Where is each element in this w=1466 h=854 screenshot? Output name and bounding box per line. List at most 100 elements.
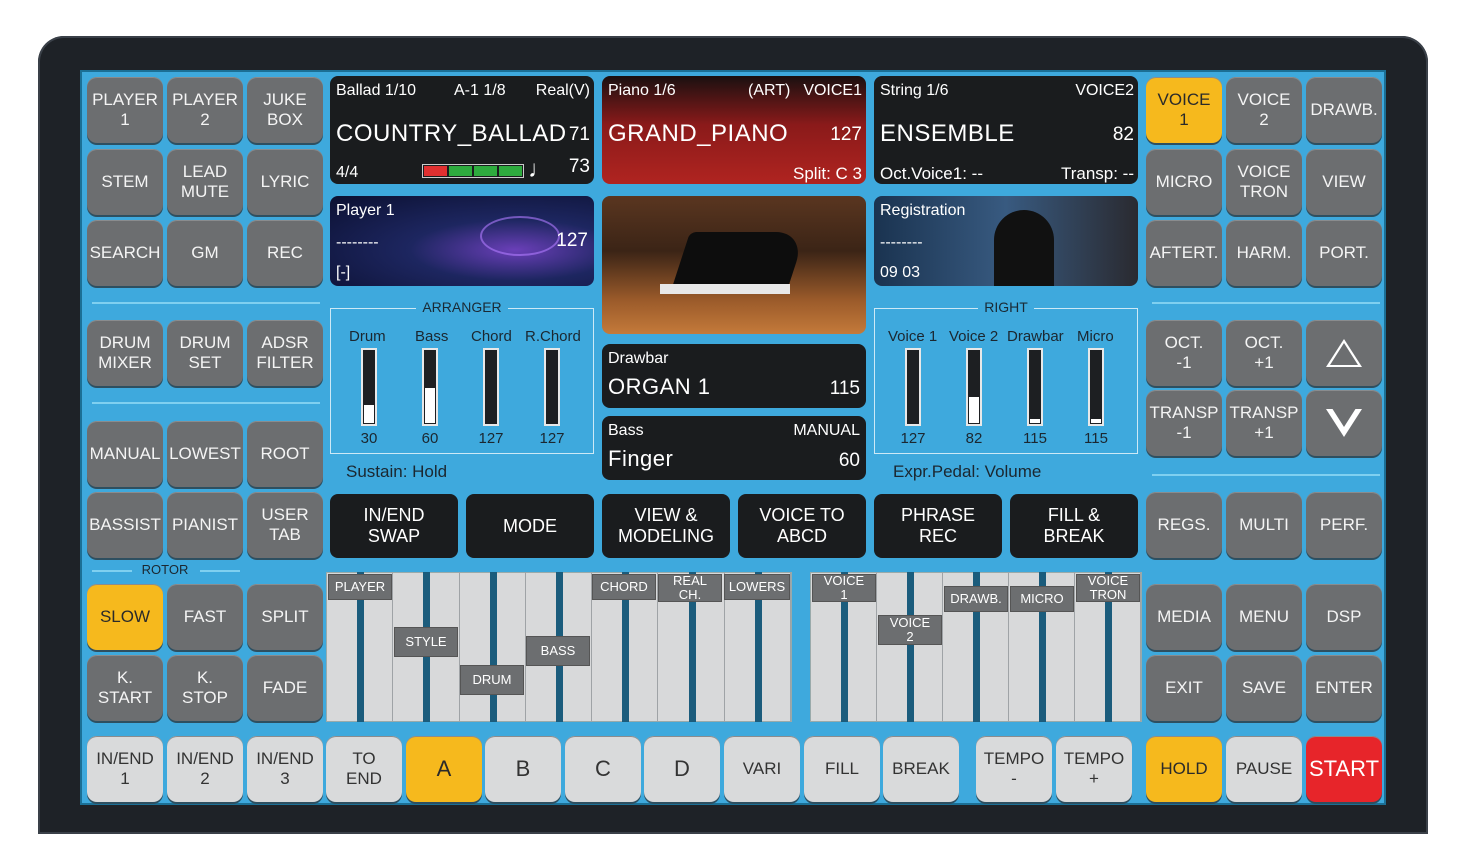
media-button[interactable]: MEDIA [1146,584,1222,650]
drawbar-button[interactable]: DRAWB. [1306,77,1382,143]
rec-button[interactable]: REC [247,220,323,286]
voice1-fader[interactable] [905,348,921,426]
white-key[interactable] [493,572,526,722]
octave-down-button[interactable]: OCT. -1 [1146,320,1222,386]
real-chord-zone-label[interactable]: REAL CH. [658,574,722,602]
k-start-button[interactable]: K. START [87,655,163,721]
manual-button[interactable]: MANUAL [87,421,163,487]
drawbar-panel[interactable]: Drawbar ORGAN 1 115 [602,344,866,408]
variation-d-button[interactable]: D [644,736,720,802]
chord-fader[interactable] [483,348,499,426]
voice2-fader[interactable] [966,348,982,426]
black-key[interactable] [489,572,497,722]
view-button[interactable]: VIEW [1306,149,1382,215]
in-end-swap-button[interactable]: IN/END SWAP [330,494,458,558]
registration-panel[interactable]: Registration -------- 09 03 [874,196,1138,286]
down-arrow-button[interactable] [1306,390,1382,456]
player-1-button[interactable]: PLAYER 1 [87,77,163,143]
drum-zone-label[interactable]: DRUM [460,665,524,695]
fade-button[interactable]: FADE [247,655,323,721]
transpose-up-button[interactable]: TRANSP +1 [1226,390,1302,456]
bassist-button[interactable]: BASSIST [87,492,163,558]
voice1-panel[interactable]: Piano 1/6 (ART) VOICE1 GRAND_PIANO 127 S… [602,76,866,184]
variation-c-button[interactable]: C [565,736,641,802]
lowers-zone-label[interactable]: LOWERS [724,574,790,600]
style-panel[interactable]: Ballad 1/10 A-1 1/8 Real(V) COUNTRY_BALL… [330,76,594,184]
drawbar-zone-label[interactable]: DRAWB. [944,586,1008,612]
voice2-panel[interactable]: String 1/6 VOICE2 ENSEMBLE 82 Oct.Voice1… [874,76,1138,184]
view-modeling-button[interactable]: VIEW & MODELING [602,494,730,558]
fill-break-button[interactable]: FILL & BREAK [1010,494,1138,558]
bass-panel[interactable]: Bass MANUAL Finger 60 [602,416,866,480]
player-zone-label[interactable]: PLAYER [328,574,392,600]
menu-button[interactable]: MENU [1226,584,1302,650]
mode-button[interactable]: MODE [466,494,594,558]
micro-fader[interactable] [1088,348,1104,426]
k-stop-button[interactable]: K. STOP [167,655,243,721]
perf-button[interactable]: PERF. [1306,492,1382,558]
adsr-filter-button[interactable]: ADSR FILTER [247,320,323,386]
tempo-down-button[interactable]: TEMPO - [976,736,1052,802]
root-button[interactable]: ROOT [247,421,323,487]
bass-fader[interactable] [422,348,438,426]
portamento-button[interactable]: PORT. [1306,220,1382,286]
enter-button[interactable]: ENTER [1306,655,1382,721]
voice-to-abcd-button[interactable]: VOICE TO ABCD [738,494,866,558]
variation-b-button[interactable]: B [485,736,561,802]
tempo-up-button[interactable]: TEMPO + [1056,736,1132,802]
up-arrow-button[interactable] [1306,320,1382,386]
drum-mixer-button[interactable]: DRUM MIXER [87,320,163,386]
voice-2-button[interactable]: VOICE 2 [1226,77,1302,143]
in-end-3-button[interactable]: IN/END 3 [247,736,323,802]
octave-up-button[interactable]: OCT. +1 [1226,320,1302,386]
lyric-button[interactable]: LYRIC [247,149,323,215]
start-button[interactable]: START [1306,736,1382,802]
lead-mute-button[interactable]: LEAD MUTE [167,149,243,215]
in-end-2-button[interactable]: IN/END 2 [167,736,243,802]
white-key[interactable] [910,572,943,722]
juke-box-button[interactable]: JUKE BOX [247,77,323,143]
user-tab-button[interactable]: USER TAB [247,492,323,558]
drum-set-button[interactable]: DRUM SET [167,320,243,386]
micro-button[interactable]: MICRO [1146,149,1222,215]
rchord-fader[interactable] [544,348,560,426]
regs-button[interactable]: REGS. [1146,492,1222,558]
save-button[interactable]: SAVE [1226,655,1302,721]
gm-button[interactable]: GM [167,220,243,286]
voice1-zone-label[interactable]: VOICE 1 [812,574,876,602]
fast-button[interactable]: FAST [167,584,243,650]
lowest-button[interactable]: LOWEST [167,421,243,487]
voice2-zone-label[interactable]: VOICE 2 [878,615,942,645]
white-key[interactable] [460,572,493,722]
to-end-button[interactable]: TO END [326,736,402,802]
bass-zone-label[interactable]: BASS [526,636,590,666]
hold-button[interactable]: HOLD [1146,736,1222,802]
voice-1-button[interactable]: VOICE 1 [1146,77,1222,143]
black-key[interactable] [907,572,914,722]
player-panel[interactable]: Player 1 -------- 127 [-] [330,196,594,286]
break-button[interactable]: BREAK [883,736,959,802]
fill-button[interactable]: FILL [804,736,880,802]
dsp-button[interactable]: DSP [1306,584,1382,650]
player-2-button[interactable]: PLAYER 2 [167,77,243,143]
white-key[interactable] [877,572,910,722]
harmony-button[interactable]: HARM. [1226,220,1302,286]
pianist-button[interactable]: PIANIST [167,492,243,558]
voice-tron-button[interactable]: VOICE TRON [1226,149,1302,215]
drawbar-fader[interactable] [1027,348,1043,426]
chord-zone-label[interactable]: CHORD [592,574,656,600]
voicetron-zone-label[interactable]: VOICE TRON [1076,574,1140,602]
slow-button[interactable]: SLOW [87,584,163,650]
exit-button[interactable]: EXIT [1146,655,1222,721]
stem-button[interactable]: STEM [87,149,163,215]
transpose-down-button[interactable]: TRANSP -1 [1146,390,1222,456]
drum-fader[interactable] [361,348,377,426]
in-end-1-button[interactable]: IN/END 1 [87,736,163,802]
phrase-rec-button[interactable]: PHRASE REC [874,494,1002,558]
style-zone-label[interactable]: STYLE [394,627,458,657]
variation-a-button[interactable]: A [406,736,482,802]
pause-button[interactable]: PAUSE [1226,736,1302,802]
micro-zone-label[interactable]: MICRO [1010,586,1074,612]
split-button[interactable]: SPLIT [247,584,323,650]
multi-button[interactable]: MULTI [1226,492,1302,558]
